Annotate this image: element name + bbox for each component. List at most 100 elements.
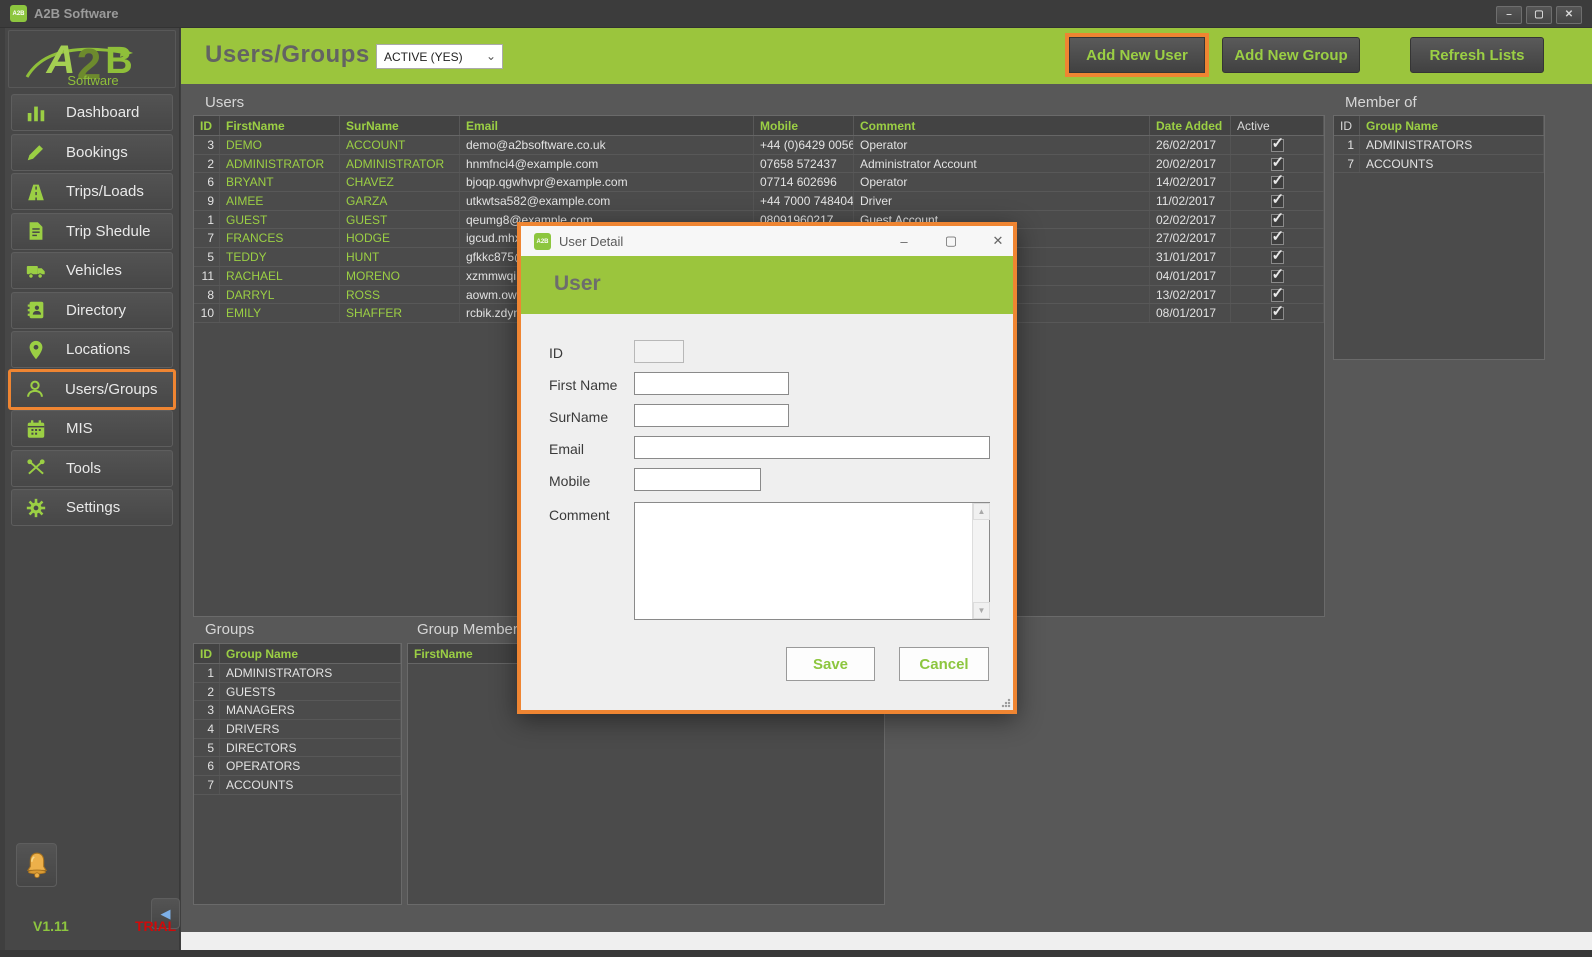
users-cell-active: ✓ — [1231, 286, 1324, 304]
person-icon — [23, 377, 47, 401]
users-cell-date: 31/01/2017 — [1150, 248, 1231, 266]
sidebar-item-dashboard[interactable]: Dashboard — [11, 94, 173, 131]
sidebar-item-users-groups[interactable]: Users/Groups — [8, 369, 176, 410]
email-label: Email — [549, 441, 584, 457]
groups-cell-id: 1 — [194, 664, 220, 682]
close-icon[interactable]: ✕ — [1556, 6, 1582, 24]
users-row[interactable]: 3DEMOACCOUNTdemo@a2bsoftware.co.uk+44 (0… — [194, 136, 1324, 155]
active-checkbox[interactable]: ✓ — [1271, 270, 1284, 283]
users-row[interactable]: 2ADMINISTRATORADMINISTRATORhnmfnci4@exam… — [194, 155, 1324, 174]
scroll-up-icon[interactable]: ▲ — [973, 503, 990, 520]
groups-row[interactable]: 3MANAGERS — [194, 701, 401, 720]
active-checkbox[interactable]: ✓ — [1271, 139, 1284, 152]
scroll-down-icon[interactable]: ▼ — [973, 602, 990, 619]
member-of-cell-name: ACCOUNTS — [1360, 155, 1544, 173]
id-field[interactable] — [634, 340, 684, 363]
groups-cell-id: 6 — [194, 757, 220, 775]
users-row[interactable]: 9AIMEEGARZAutkwtsa582@example.com+44 700… — [194, 192, 1324, 211]
users-cell-date: 11/02/2017 — [1150, 192, 1231, 210]
groups-cell-name: ADMINISTRATORS — [220, 664, 401, 682]
groups-row[interactable]: 1ADMINISTRATORS — [194, 664, 401, 683]
dialog-minimize-icon[interactable]: – — [889, 231, 919, 251]
active-checkbox[interactable]: ✓ — [1271, 307, 1284, 320]
groups-row[interactable]: 2GUESTS — [194, 683, 401, 702]
add-new-group-button[interactable]: Add New Group — [1222, 37, 1360, 73]
active-checkbox[interactable]: ✓ — [1271, 251, 1284, 264]
member-of-column-header[interactable]: Group Name — [1360, 116, 1544, 135]
users-cell-active: ✓ — [1231, 173, 1324, 191]
member-of-grid: IDGroup Name 1ADMINISTRATORS7ACCOUNTS — [1333, 115, 1545, 360]
maximize-icon[interactable]: ▢ — [1526, 6, 1552, 24]
dialog-maximize-icon[interactable]: ▢ — [936, 231, 966, 251]
road-icon — [24, 180, 48, 204]
dialog-title: User Detail — [559, 234, 623, 249]
resize-grip[interactable] — [1001, 698, 1011, 708]
users-cell-id: 7 — [194, 229, 220, 247]
sidebar-item-locations[interactable]: Locations — [11, 331, 173, 368]
users-cell-active: ✓ — [1231, 155, 1324, 173]
users-column-header[interactable]: Date Added — [1150, 116, 1231, 135]
users-cell-comment: Administrator Account — [854, 155, 1150, 173]
dialog-app-icon: A2B — [534, 233, 551, 250]
email-field[interactable] — [634, 436, 990, 459]
brand-logo: A 2 B Software — [8, 30, 176, 88]
users-cell-sur: GARZA — [340, 192, 460, 210]
checkmark-icon: ✓ — [1272, 267, 1285, 283]
groups-cell-name: GUESTS — [220, 683, 401, 701]
active-checkbox[interactable]: ✓ — [1271, 232, 1284, 245]
cancel-button[interactable]: Cancel — [899, 647, 989, 681]
sidebar-item-mis[interactable]: MIS — [11, 410, 173, 447]
users-cell-date: 04/01/2017 — [1150, 267, 1231, 285]
active-checkbox[interactable]: ✓ — [1271, 158, 1284, 171]
checkmark-icon: ✓ — [1272, 248, 1285, 264]
users-row[interactable]: 6BRYANTCHAVEZbjoqp.qgwhvpr@example.com07… — [194, 173, 1324, 192]
users-column-header[interactable]: FirstName — [220, 116, 340, 135]
active-checkbox[interactable]: ✓ — [1271, 214, 1284, 227]
comment-field-frame: ▲ ▼ — [634, 502, 990, 620]
groups-row[interactable]: 5DIRECTORS — [194, 739, 401, 758]
sidebar-item-tools[interactable]: Tools — [11, 450, 173, 487]
users-column-header[interactable]: Comment — [854, 116, 1150, 135]
notifications-button[interactable] — [16, 843, 57, 887]
users-cell-first: BRYANT — [220, 173, 340, 191]
mobile-field[interactable] — [634, 468, 761, 491]
save-button[interactable]: Save — [786, 647, 875, 681]
active-checkbox[interactable]: ✓ — [1271, 289, 1284, 302]
surname-field[interactable] — [634, 404, 789, 427]
dialog-close-icon[interactable]: ✕ — [983, 231, 1013, 251]
groups-column-header[interactable]: ID — [194, 644, 220, 663]
users-column-header[interactable]: ID — [194, 116, 220, 135]
groups-row[interactable]: 6OPERATORS — [194, 757, 401, 776]
first-name-field[interactable] — [634, 372, 789, 395]
comment-scrollbar[interactable]: ▲ ▼ — [972, 503, 989, 619]
groups-row[interactable]: 7ACCOUNTS — [194, 776, 401, 795]
chevron-down-icon: ⌄ — [486, 49, 496, 63]
sidebar-item-trips-loads[interactable]: Trips/Loads — [11, 173, 173, 210]
active-filter-dropdown[interactable]: ACTIVE (YES) ⌄ — [376, 44, 503, 69]
member-of-column-header[interactable]: ID — [1334, 116, 1360, 135]
users-column-header[interactable]: Active — [1231, 116, 1324, 135]
sidebar-item-vehicles[interactable]: Vehicles — [11, 252, 173, 289]
gear-icon — [24, 496, 48, 520]
member-of-row[interactable]: 1ADMINISTRATORS — [1334, 136, 1544, 155]
groups-column-header[interactable]: Group Name — [220, 644, 401, 663]
add-new-user-button[interactable]: Add New User — [1069, 37, 1205, 73]
active-checkbox[interactable]: ✓ — [1271, 195, 1284, 208]
users-cell-first: EMILY — [220, 304, 340, 322]
comment-field[interactable] — [635, 503, 972, 619]
users-cell-mobile: +44 7000 748404 — [754, 192, 854, 210]
minimize-icon[interactable]: – — [1496, 6, 1522, 24]
member-of-row[interactable]: 7ACCOUNTS — [1334, 155, 1544, 174]
sidebar-item-trip-shedule[interactable]: Trip Shedule — [11, 213, 173, 250]
sidebar-item-settings[interactable]: Settings — [11, 489, 173, 526]
sidebar-item-label: Bookings — [66, 144, 128, 161]
dialog-titlebar[interactable]: A2B User Detail – ▢ ✕ — [521, 226, 1013, 256]
users-column-header[interactable]: Mobile — [754, 116, 854, 135]
active-checkbox[interactable]: ✓ — [1271, 176, 1284, 189]
users-column-header[interactable]: SurName — [340, 116, 460, 135]
sidebar-item-directory[interactable]: Directory — [11, 292, 173, 329]
refresh-lists-button[interactable]: Refresh Lists — [1410, 37, 1544, 73]
sidebar-item-bookings[interactable]: Bookings — [11, 134, 173, 171]
users-column-header[interactable]: Email — [460, 116, 754, 135]
groups-row[interactable]: 4DRIVERS — [194, 720, 401, 739]
